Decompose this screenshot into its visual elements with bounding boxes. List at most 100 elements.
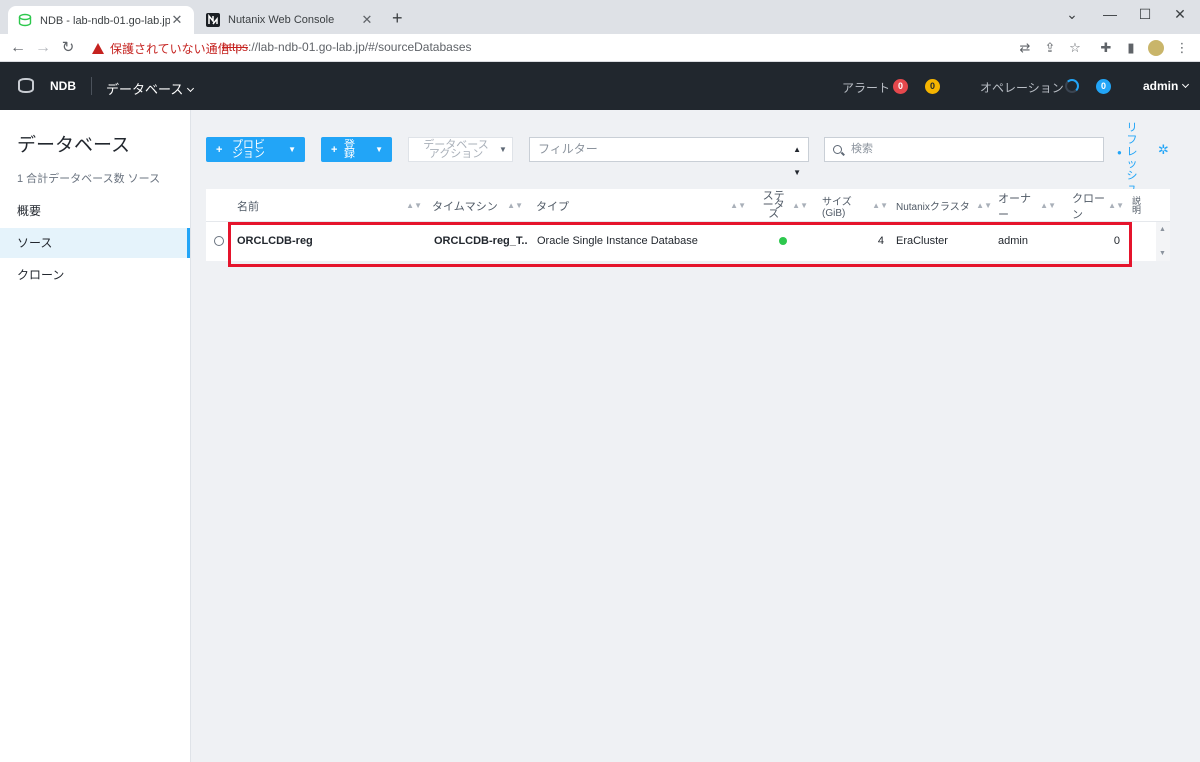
close-tab-icon[interactable]: ✕: [360, 12, 374, 28]
search-input[interactable]: 検索: [824, 137, 1104, 162]
browser-tab-nutanix[interactable]: Nutanix Web Console ✕: [196, 6, 384, 34]
tab-search-icon[interactable]: ⌄: [1058, 4, 1086, 24]
profile-avatar-icon[interactable]: [1148, 40, 1164, 56]
column-header-clones[interactable]: クローン ▲▼: [1072, 189, 1124, 222]
row-select-radio[interactable]: [214, 236, 224, 246]
url-path: ://lab-ndb-01.go-lab.jp/#/sourceDatabase…: [248, 40, 472, 54]
scroll-down-icon[interactable]: ▼: [1159, 250, 1166, 257]
column-header-cluster[interactable]: Nutanixクラスタ ▲▼: [896, 189, 992, 222]
bookmark-star-icon[interactable]: ☆: [1067, 40, 1083, 56]
register-button[interactable]: + 登録 ▼: [321, 137, 392, 162]
column-header-name[interactable]: 名前 ▲▼: [237, 189, 422, 222]
column-label: タイムマシン: [432, 200, 498, 213]
operations-label[interactable]: オペレーション: [980, 79, 1064, 96]
column-header-type[interactable]: タイプ ▲▼: [536, 189, 746, 222]
warning-alerts-badge[interactable]: 0: [925, 79, 940, 94]
cell-type: Oracle Single Instance Database: [537, 235, 698, 247]
sort-icon: ▲▼: [507, 201, 523, 210]
back-icon[interactable]: ←: [8, 38, 28, 58]
translate-icon[interactable]: ⇄: [1017, 40, 1033, 56]
sidebar-item-overview[interactable]: 概要: [0, 196, 190, 226]
column-header-description[interactable]: 説明: [1131, 189, 1143, 222]
cell-time-machine[interactable]: ORCLCDB-reg_T...: [434, 222, 528, 260]
chevron-down-icon: [1182, 80, 1190, 89]
filter-select[interactable]: フィルター ▲ ▼: [529, 137, 809, 177]
table-scrollbar[interactable]: ▲ ▼: [1156, 222, 1170, 261]
source-databases-table: 名前 ▲▼ タイムマシン ▲▼ タイプ ▲▼ ステータス ▲▼ サイズ (GiB) ▲▼ …: [206, 189, 1170, 261]
user-name: admin: [1143, 79, 1179, 93]
column-label: サイズ (GiB): [822, 196, 852, 219]
side-panel-icon[interactable]: ▮: [1123, 40, 1139, 56]
header-divider: [91, 77, 92, 95]
forward-icon[interactable]: →: [33, 38, 53, 58]
plus-icon: +: [216, 143, 223, 156]
sort-icon: ▲▼: [1040, 201, 1056, 210]
operations-badge[interactable]: 0: [1096, 79, 1111, 94]
cell-clones: 0: [1113, 235, 1120, 247]
gear-icon[interactable]: ✲: [1158, 142, 1169, 158]
new-tab-button[interactable]: +: [392, 8, 403, 29]
table-row[interactable]: ORCLCDB-reg ORCLCDB-reg_T... Oracle Sing…: [206, 222, 1146, 260]
reload-icon[interactable]: ↻: [58, 38, 78, 58]
more-menu-icon[interactable]: ⋮: [1174, 40, 1190, 56]
url-scheme: https: [222, 40, 249, 54]
brand-name: NDB: [50, 78, 76, 93]
maximize-icon[interactable]: ☐: [1131, 4, 1159, 24]
tab-title: Nutanix Web Console: [228, 14, 335, 26]
column-header-size[interactable]: サイズ (GiB) ▲▼: [822, 189, 888, 222]
security-warning-text: 保護されていない通信: [110, 41, 230, 56]
sort-icon: ▲▼: [406, 201, 422, 210]
column-header-time-machine[interactable]: タイムマシン ▲▼: [432, 189, 523, 222]
register-label: 登録: [343, 138, 355, 160]
alerts-label[interactable]: アラート: [842, 79, 890, 96]
sort-icon: ▲▼: [730, 201, 746, 210]
caret-down-icon: ▼: [288, 145, 296, 154]
operations-spinner-icon: [1065, 79, 1079, 93]
refresh-button[interactable]: リフレッシュ: [1126, 122, 1138, 194]
close-window-icon[interactable]: ✕: [1166, 4, 1194, 24]
column-label: クローン: [1072, 192, 1105, 221]
sidebar-item-clones[interactable]: クローン: [0, 260, 190, 290]
column-header-status[interactable]: ステータス ▲▼: [758, 189, 808, 222]
minimize-icon[interactable]: —: [1096, 4, 1124, 24]
plus-icon: +: [331, 143, 338, 156]
sidebar: データベース 1 合計データベース数 ソース 概要 ソース クローン: [0, 110, 190, 762]
browser-tab-ndb[interactable]: NDB - lab-ndb-01.go-lab.jp - デー ✕: [8, 6, 194, 34]
column-label: ステータス: [762, 190, 785, 220]
sort-icon: ▲▼: [872, 201, 888, 210]
provision-label: プロビジョン: [231, 138, 265, 160]
column-label: Nutanixクラスタ: [896, 202, 970, 213]
cell-owner: admin: [998, 235, 1028, 247]
sidebar-item-sources[interactable]: ソース: [0, 228, 190, 258]
nutanix-favicon-icon: [206, 13, 220, 27]
critical-alerts-badge[interactable]: 0: [893, 79, 908, 94]
database-logo-icon: [18, 78, 34, 93]
brand[interactable]: NDB: [18, 78, 76, 93]
sort-icon: ▲▼: [792, 201, 808, 210]
caret-down-icon: ▼: [375, 145, 383, 154]
close-tab-icon[interactable]: ✕: [170, 12, 184, 28]
column-label: 名前: [237, 200, 259, 213]
provision-button[interactable]: + プロビジョン ▼: [206, 137, 305, 162]
updown-icon: ▲ ▼: [793, 145, 801, 177]
cell-name[interactable]: ORCLCDB-reg: [237, 222, 422, 260]
scroll-up-icon[interactable]: ▲: [1159, 226, 1166, 233]
sidebar-border: [190, 110, 191, 762]
page-title: データベース: [17, 135, 131, 156]
extensions-icon[interactable]: ✚: [1098, 40, 1114, 56]
url-field[interactable]: https://lab-ndb-01.go-lab.jp/#/sourceDat…: [222, 40, 472, 54]
warning-icon: [92, 42, 104, 54]
address-bar: ← → ↻ 保護されていない通信 | https://lab-ndb-01.go…: [0, 34, 1200, 62]
user-menu[interactable]: admin: [1143, 79, 1190, 93]
share-icon[interactable]: ⇪: [1042, 40, 1058, 56]
table-header: 名前 ▲▼ タイムマシン ▲▼ タイプ ▲▼ ステータス ▲▼ サイズ (GiB) ▲▼ …: [206, 189, 1170, 222]
chevron-down-icon: [187, 84, 195, 93]
sort-icon: ▲▼: [976, 201, 992, 210]
column-header-owner[interactable]: オーナー ▲▼: [998, 189, 1056, 222]
cell-size: 4: [877, 235, 884, 247]
search-placeholder: 検索: [851, 143, 873, 155]
main-menu-dropdown[interactable]: データベース: [106, 79, 195, 98]
cell-cluster[interactable]: EraCluster: [896, 222, 992, 260]
database-favicon-icon: [18, 13, 32, 27]
database-actions-button[interactable]: データベースアクション ▼: [408, 137, 513, 162]
